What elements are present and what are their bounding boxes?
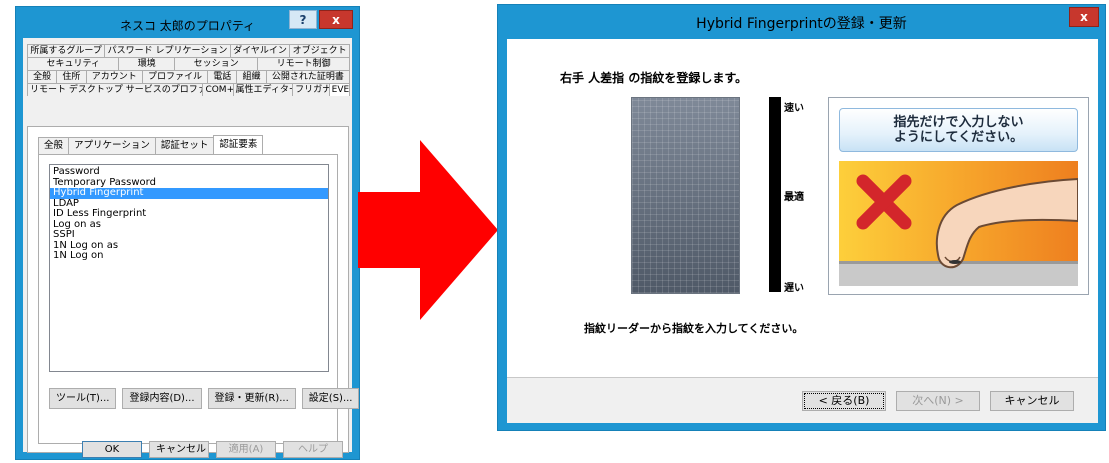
back-button[interactable]: < 戻る(B)	[802, 391, 886, 411]
tab-row: 所属するグループ パスワード レプリケーション ダイヤルイン オブジェクト	[27, 44, 351, 57]
close-button[interactable]: x	[319, 10, 353, 29]
x-mark-icon	[856, 174, 912, 230]
guide-text-line1: 指先だけで入力しない	[893, 115, 1024, 130]
tab-row: セキュリティ 環境 セッション リモート制御	[27, 57, 351, 70]
list-item[interactable]: Log on as	[50, 219, 328, 231]
list-item[interactable]: 1N Log on	[50, 250, 328, 262]
wizard-content: 右手 人差指 の指紋を登録します。 速い 最適 遅い 指先だけで入力しない よう…	[507, 39, 1098, 377]
guide-panel: 指先だけで入力しない ようにしてください。	[828, 97, 1089, 295]
tab-item[interactable]: 電話	[207, 70, 238, 83]
tab-item[interactable]: セッション	[174, 57, 259, 70]
guide-text-line2: ようにしてください。	[893, 130, 1024, 145]
tab-item[interactable]: リモート制御	[257, 57, 351, 70]
meter-label-slow: 遅い	[784, 283, 804, 294]
settings-button[interactable]: 設定(S)...	[301, 388, 360, 409]
tab-item[interactable]: 全般	[27, 70, 58, 83]
meter-label-optimal: 最適	[784, 192, 804, 203]
register-update-button[interactable]: 登録・更新(R)...	[207, 388, 296, 409]
tab-item[interactable]: パスワード レプリケーション	[104, 44, 231, 57]
tab-item[interactable]: 組織	[236, 70, 267, 83]
dialog-footer: OK キャンセル 適用(A) ヘルプ	[82, 441, 343, 458]
wizard-separator	[507, 377, 1098, 378]
subtab-item[interactable]: 認証セット	[154, 137, 215, 154]
subtab-item[interactable]: 認証要素	[213, 135, 264, 154]
tab-item[interactable]: プロファイル	[141, 70, 209, 83]
help-button[interactable]: ?	[289, 10, 317, 29]
list-item[interactable]: Hybrid Fingerprint	[50, 187, 328, 199]
cancel-button[interactable]: キャンセル	[149, 441, 209, 458]
subtab-panel-auth-elements: Password Temporary Password Hybrid Fingerp…	[38, 154, 360, 444]
details-button[interactable]: 登録内容(D)...	[122, 388, 202, 409]
fingerprint-sensor-image	[631, 97, 740, 294]
tab-item[interactable]: セキュリティ	[27, 57, 120, 70]
tab-panel-eve: 全般 アプリケーション 認証セット 認証要素 Password Temporary Pa…	[27, 126, 360, 453]
instruction-top: 右手 人差指 の指紋を登録します。	[560, 71, 748, 85]
tab-item[interactable]: 環境	[118, 57, 176, 70]
wizard-close-button[interactable]: x	[1069, 7, 1099, 27]
tab-item[interactable]: フリガナ	[292, 83, 330, 96]
title-bar[interactable]: ネスコ 太郎のプロパティ ? x	[16, 7, 359, 39]
wizard-title: Hybrid Fingerprintの登録・更新	[696, 16, 907, 32]
auth-element-list[interactable]: Password Temporary Password Hybrid Fingerp…	[49, 164, 329, 372]
speed-meter	[769, 97, 781, 292]
tab-item[interactable]: 公開された証明書	[265, 70, 350, 83]
dialog-client: 所属するグループ パスワード レプリケーション ダイヤルイン オブジェクト セキュリティ…	[23, 38, 360, 458]
guide-banner: 指先だけで入力しない ようにしてください。	[839, 108, 1078, 152]
tab-strip: 所属するグループ パスワード レプリケーション ダイヤルイン オブジェクト セキュリティ…	[27, 44, 351, 96]
fingerprint-wizard-window: Hybrid Fingerprintの登録・更新 x 右手 人差指 の指紋を登録…	[497, 4, 1106, 431]
auth-button-row: ツール(T)... 登録内容(D)... 登録・更新(R)... 設定(S)..…	[49, 388, 360, 409]
ok-button[interactable]: OK	[82, 441, 142, 458]
tab-item[interactable]: オブジェクト	[289, 44, 351, 57]
meter-label-fast: 速い	[784, 103, 804, 114]
right-arrow-icon	[358, 140, 498, 320]
tab-item[interactable]: リモート デスクトップ サービスのプロファイル	[27, 83, 204, 96]
tab-item[interactable]: ダイヤルイン	[229, 44, 291, 57]
guide-illustration	[839, 161, 1078, 286]
tab-row: 全般 住所 アカウント プロファイル 電話 組織 公開された証明書	[27, 70, 350, 83]
help-footer-button[interactable]: ヘルプ	[283, 441, 343, 458]
next-button[interactable]: 次へ(N) >	[896, 391, 980, 411]
list-item[interactable]: SSPI	[50, 229, 328, 241]
wizard-cancel-button[interactable]: キャンセル	[990, 391, 1074, 411]
wizard-client: 右手 人差指 の指紋を登録します。 速い 最適 遅い 指先だけで入力しない よう…	[507, 39, 1098, 423]
subtab-strip: 全般 アプリケーション 認証セット 認証要素	[38, 135, 264, 154]
tab-row: リモート デスクトップ サービスのプロファイルCOM+属性エディターフリガナEV…	[27, 83, 350, 96]
tab-item[interactable]: 所属するグループ	[27, 44, 106, 57]
tab-item[interactable]: アカウント	[85, 70, 143, 83]
tab-item[interactable]: 属性エディター	[232, 83, 294, 96]
subtab-item[interactable]: 全般	[38, 137, 70, 154]
list-item[interactable]: ID Less Fingerprint	[50, 208, 328, 220]
tool-button[interactable]: ツール(T)...	[49, 388, 117, 409]
properties-window: ネスコ 太郎のプロパティ ? x 所属するグループ パスワード レプリケーションダ…	[15, 6, 360, 460]
apply-button[interactable]: 適用(A)	[216, 441, 276, 458]
tab-item[interactable]: COM+	[202, 83, 234, 96]
tab-item[interactable]: EVE	[328, 83, 350, 96]
list-item[interactable]: Password	[50, 166, 328, 178]
instruction-bottom: 指紋リーダーから指紋を入力してください。	[584, 322, 804, 335]
wizard-button-row: < 戻る(B) 次へ(N) > キャンセル	[802, 391, 1074, 411]
tab-item[interactable]: 住所	[56, 70, 87, 83]
subtab-item[interactable]: アプリケーション	[68, 137, 156, 154]
